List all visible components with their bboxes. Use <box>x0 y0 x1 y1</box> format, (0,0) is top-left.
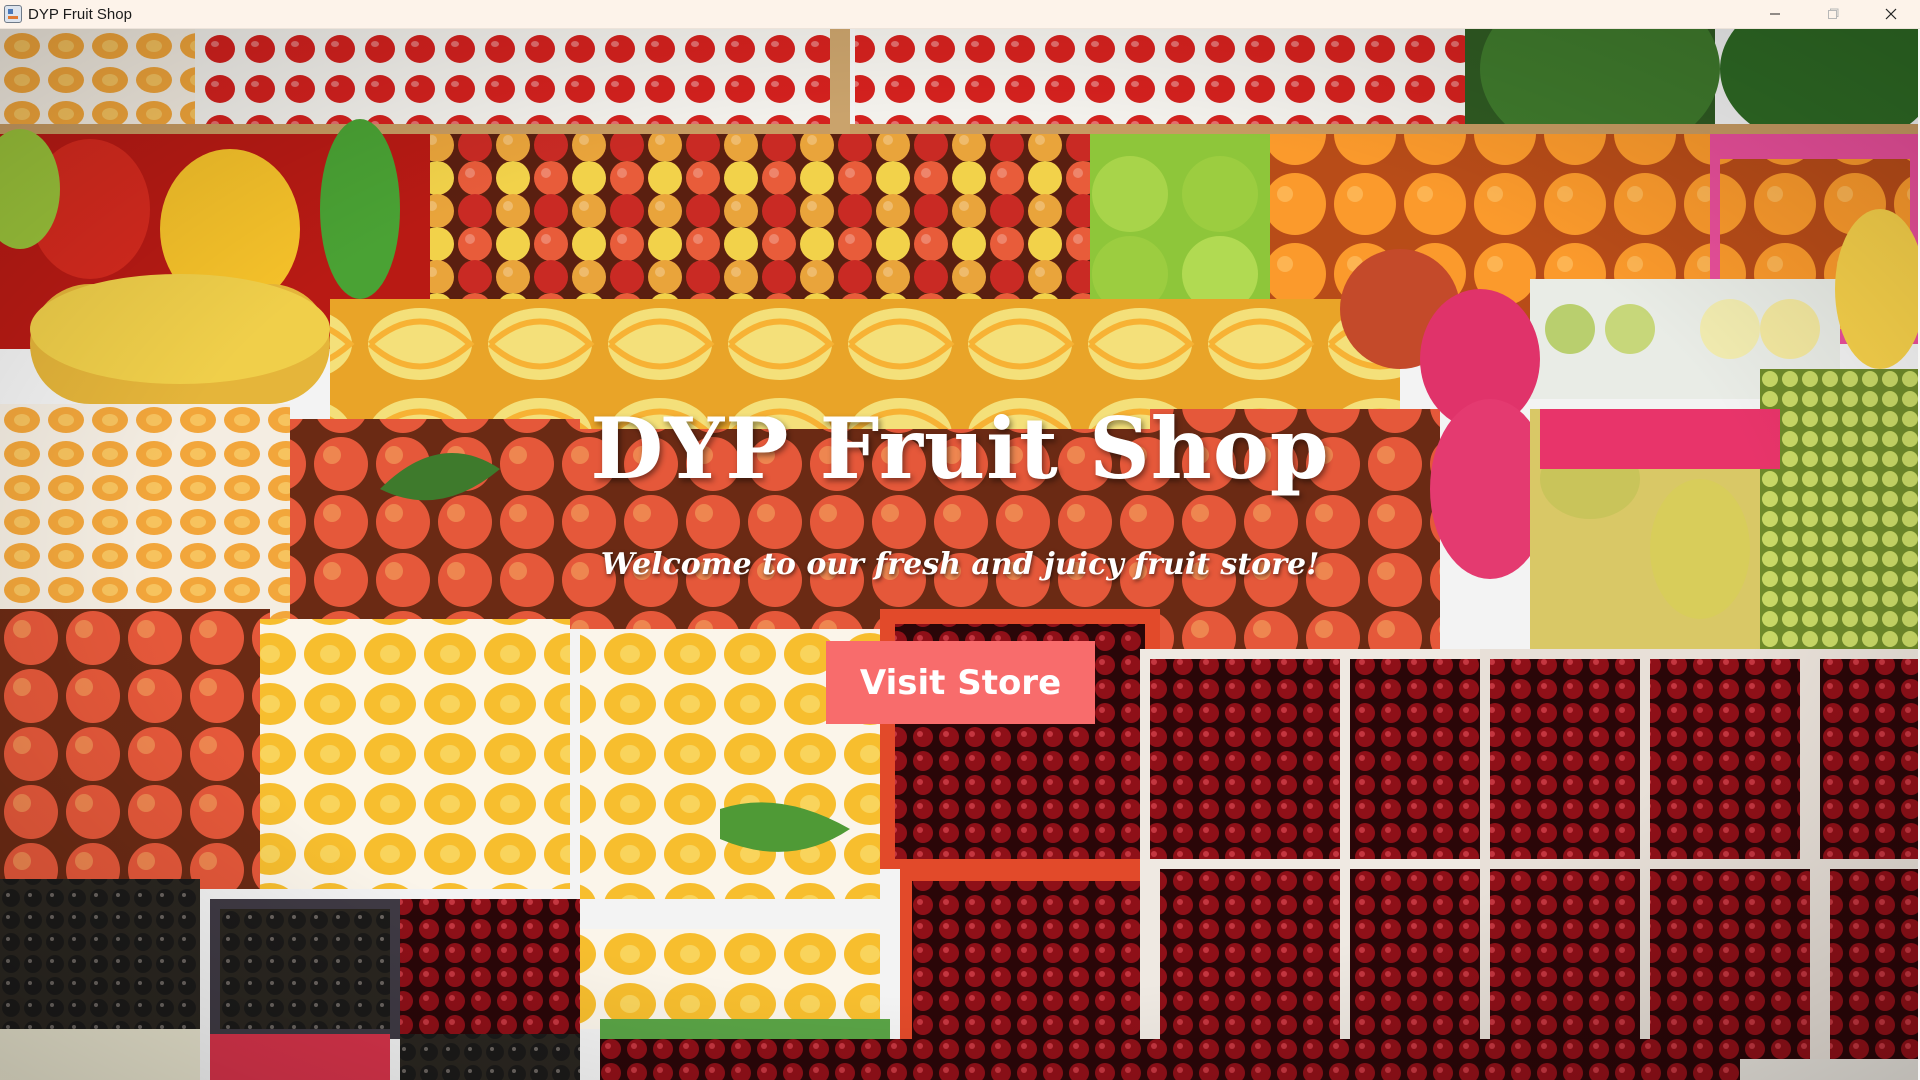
visit-store-button[interactable]: Visit Store <box>826 641 1095 724</box>
main-panel: DYP Fruit Shop Welcome to our fresh and … <box>0 29 1920 1080</box>
maximize-icon <box>1828 8 1839 19</box>
close-button[interactable] <box>1862 0 1920 29</box>
window-title: DYP Fruit Shop <box>28 5 132 23</box>
java-app-icon <box>4 5 22 23</box>
hero-subtitle: Welcome to our fresh and juicy fruit sto… <box>600 547 1320 582</box>
minimize-button[interactable] <box>1746 0 1804 29</box>
title-bar[interactable]: DYP Fruit Shop <box>0 0 1920 29</box>
maximize-button[interactable] <box>1804 0 1862 29</box>
hero-title: DYP Fruit Shop <box>590 399 1330 498</box>
minimize-icon <box>1770 13 1780 15</box>
window-controls <box>1746 0 1920 29</box>
close-icon <box>1885 8 1897 20</box>
app-window: DYP Fruit Shop DYP Fruit Shop Welcome to… <box>0 0 1920 1080</box>
